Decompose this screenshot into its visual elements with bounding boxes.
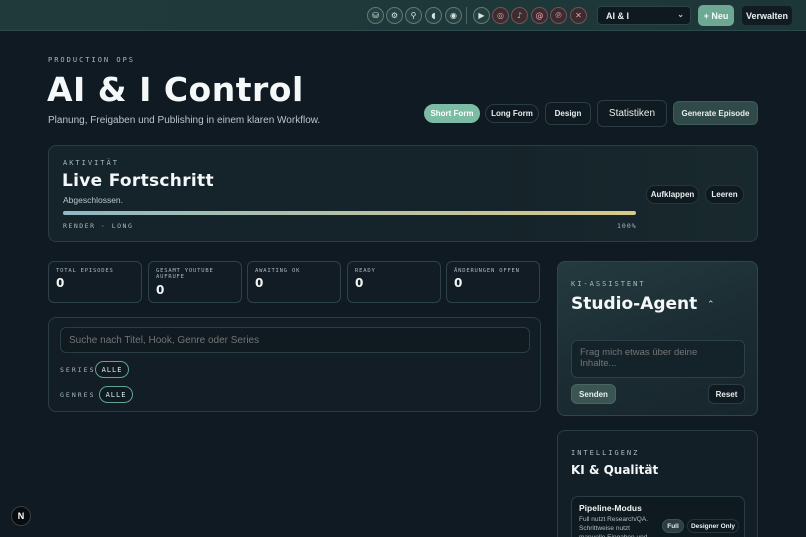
- chevron-up-icon[interactable]: ⌃: [707, 299, 715, 310]
- stat-label: READY: [355, 268, 376, 274]
- manage-button[interactable]: Verwalten: [741, 5, 793, 26]
- stat-label: GESAMT YOUTUBE AUFRUFE: [156, 268, 214, 281]
- pinterest-icon[interactable]: ℗: [550, 7, 567, 24]
- expand-button[interactable]: Aufklappen: [646, 185, 699, 204]
- stat-total-episodes: TOTAL EPISODES 0: [48, 261, 142, 303]
- stat-awaiting-ok: AWAITING OK 0: [247, 261, 341, 303]
- generate-episode-button[interactable]: Generate Episode: [673, 101, 758, 125]
- send-button[interactable]: Senden: [571, 384, 616, 404]
- project-select-value: AI & I: [606, 11, 630, 21]
- progress-fill: [63, 211, 636, 215]
- page-title: AI & I Control: [47, 70, 304, 109]
- stat-value: 0: [454, 276, 463, 291]
- series-label: SERIES: [60, 366, 96, 374]
- progress-percent: 100%: [617, 222, 637, 230]
- project-select[interactable]: AI & I ⌄: [597, 6, 691, 25]
- intelligence-eyebrow: INTELLIGENZ: [571, 449, 640, 457]
- assistant-title: Studio-Agent: [571, 294, 698, 314]
- filter-card: SERIES ALLE GENRES ALLE: [48, 317, 541, 412]
- assistant-eyebrow: KI-ASSISTENT: [571, 280, 646, 288]
- design-button[interactable]: Design: [545, 102, 591, 125]
- search-input[interactable]: [60, 327, 530, 353]
- assistant-input[interactable]: [571, 340, 745, 378]
- chevron-down-icon: ⌄: [677, 10, 684, 19]
- stat-value: 0: [56, 276, 65, 291]
- stat-label: TOTAL EPISODES: [56, 268, 114, 274]
- pipeline-designer-only-button[interactable]: Designer Only: [687, 519, 739, 533]
- pipeline-description: Full nutzt Research/QA. Schrittweise nut…: [579, 516, 648, 537]
- clear-button[interactable]: Leeren: [705, 185, 744, 204]
- tab-short-form[interactable]: Short Form: [424, 104, 480, 123]
- pipeline-mode-panel: Pipeline-Modus Full nutzt Research/QA. S…: [571, 496, 745, 537]
- pipeline-title: Pipeline-Modus: [579, 503, 642, 513]
- toolbar-divider: [466, 7, 467, 24]
- database-icon[interactable]: ⛁: [367, 7, 384, 24]
- stat-label: AWAITING OK: [255, 268, 301, 274]
- youtube-icon[interactable]: ▶: [473, 7, 490, 24]
- chevron-up-icon[interactable]: ⌃: [647, 465, 654, 474]
- tiktok-icon[interactable]: ♪: [511, 7, 528, 24]
- gear-icon[interactable]: ⚙: [386, 7, 403, 24]
- pipeline-full-button[interactable]: Full: [662, 519, 684, 533]
- reset-button[interactable]: Reset: [708, 384, 745, 404]
- activity-title: Live Fortschritt: [62, 171, 214, 191]
- assistant-card: KI-ASSISTENT Studio-Agent ⌃ Senden Reset: [557, 261, 758, 416]
- audio-icon[interactable]: ◖: [425, 7, 442, 24]
- hero-eyebrow: PRODUCTION OPS: [48, 56, 136, 64]
- series-filter-chip[interactable]: ALLE: [95, 361, 129, 378]
- framework-badge-icon[interactable]: N: [11, 506, 31, 526]
- stat-value: 0: [355, 276, 364, 291]
- top-bar: ⛁ ⚙ ⚲ ◖ ◉ ▶ ◎ ♪ @ ℗ ✕ AI & I ⌄ + Neu Ver…: [0, 0, 806, 31]
- progress-track: [63, 211, 636, 215]
- instagram-icon[interactable]: ◎: [492, 7, 509, 24]
- stat-youtube-views: GESAMT YOUTUBE AUFRUFE 0: [148, 261, 242, 303]
- genres-filter-chip[interactable]: ALLE: [99, 386, 133, 403]
- intelligence-title: KI & Qualität: [571, 463, 659, 477]
- stats-button[interactable]: Statistiken: [597, 100, 667, 127]
- stat-ready: READY 0: [347, 261, 441, 303]
- network-icon[interactable]: ⚲: [405, 7, 422, 24]
- mic-icon[interactable]: ◉: [445, 7, 462, 24]
- page-subtitle: Planung, Freigaben und Publishing in ein…: [48, 115, 321, 126]
- new-button[interactable]: + Neu: [698, 5, 734, 26]
- stat-value: 0: [156, 282, 165, 297]
- x-icon[interactable]: ✕: [570, 7, 587, 24]
- tab-long-form[interactable]: Long Form: [485, 104, 539, 123]
- stat-label: ÄNDERUNGEN OFFEN: [454, 268, 520, 274]
- threads-icon[interactable]: @: [531, 7, 548, 24]
- stat-value: 0: [255, 276, 264, 291]
- activity-eyebrow: AKTIVITÄT: [63, 159, 119, 167]
- progress-label: RENDER · LONG: [63, 222, 134, 230]
- intelligence-card: INTELLIGENZ KI & Qualität ⌃ Pipeline-Mod…: [557, 430, 758, 537]
- stat-changes-open: ÄNDERUNGEN OFFEN 0: [446, 261, 540, 303]
- activity-status: Abgeschlossen.: [63, 195, 124, 205]
- activity-card: AKTIVITÄT Live Fortschritt Abgeschlossen…: [48, 145, 758, 242]
- genres-label: GENRES: [60, 391, 96, 399]
